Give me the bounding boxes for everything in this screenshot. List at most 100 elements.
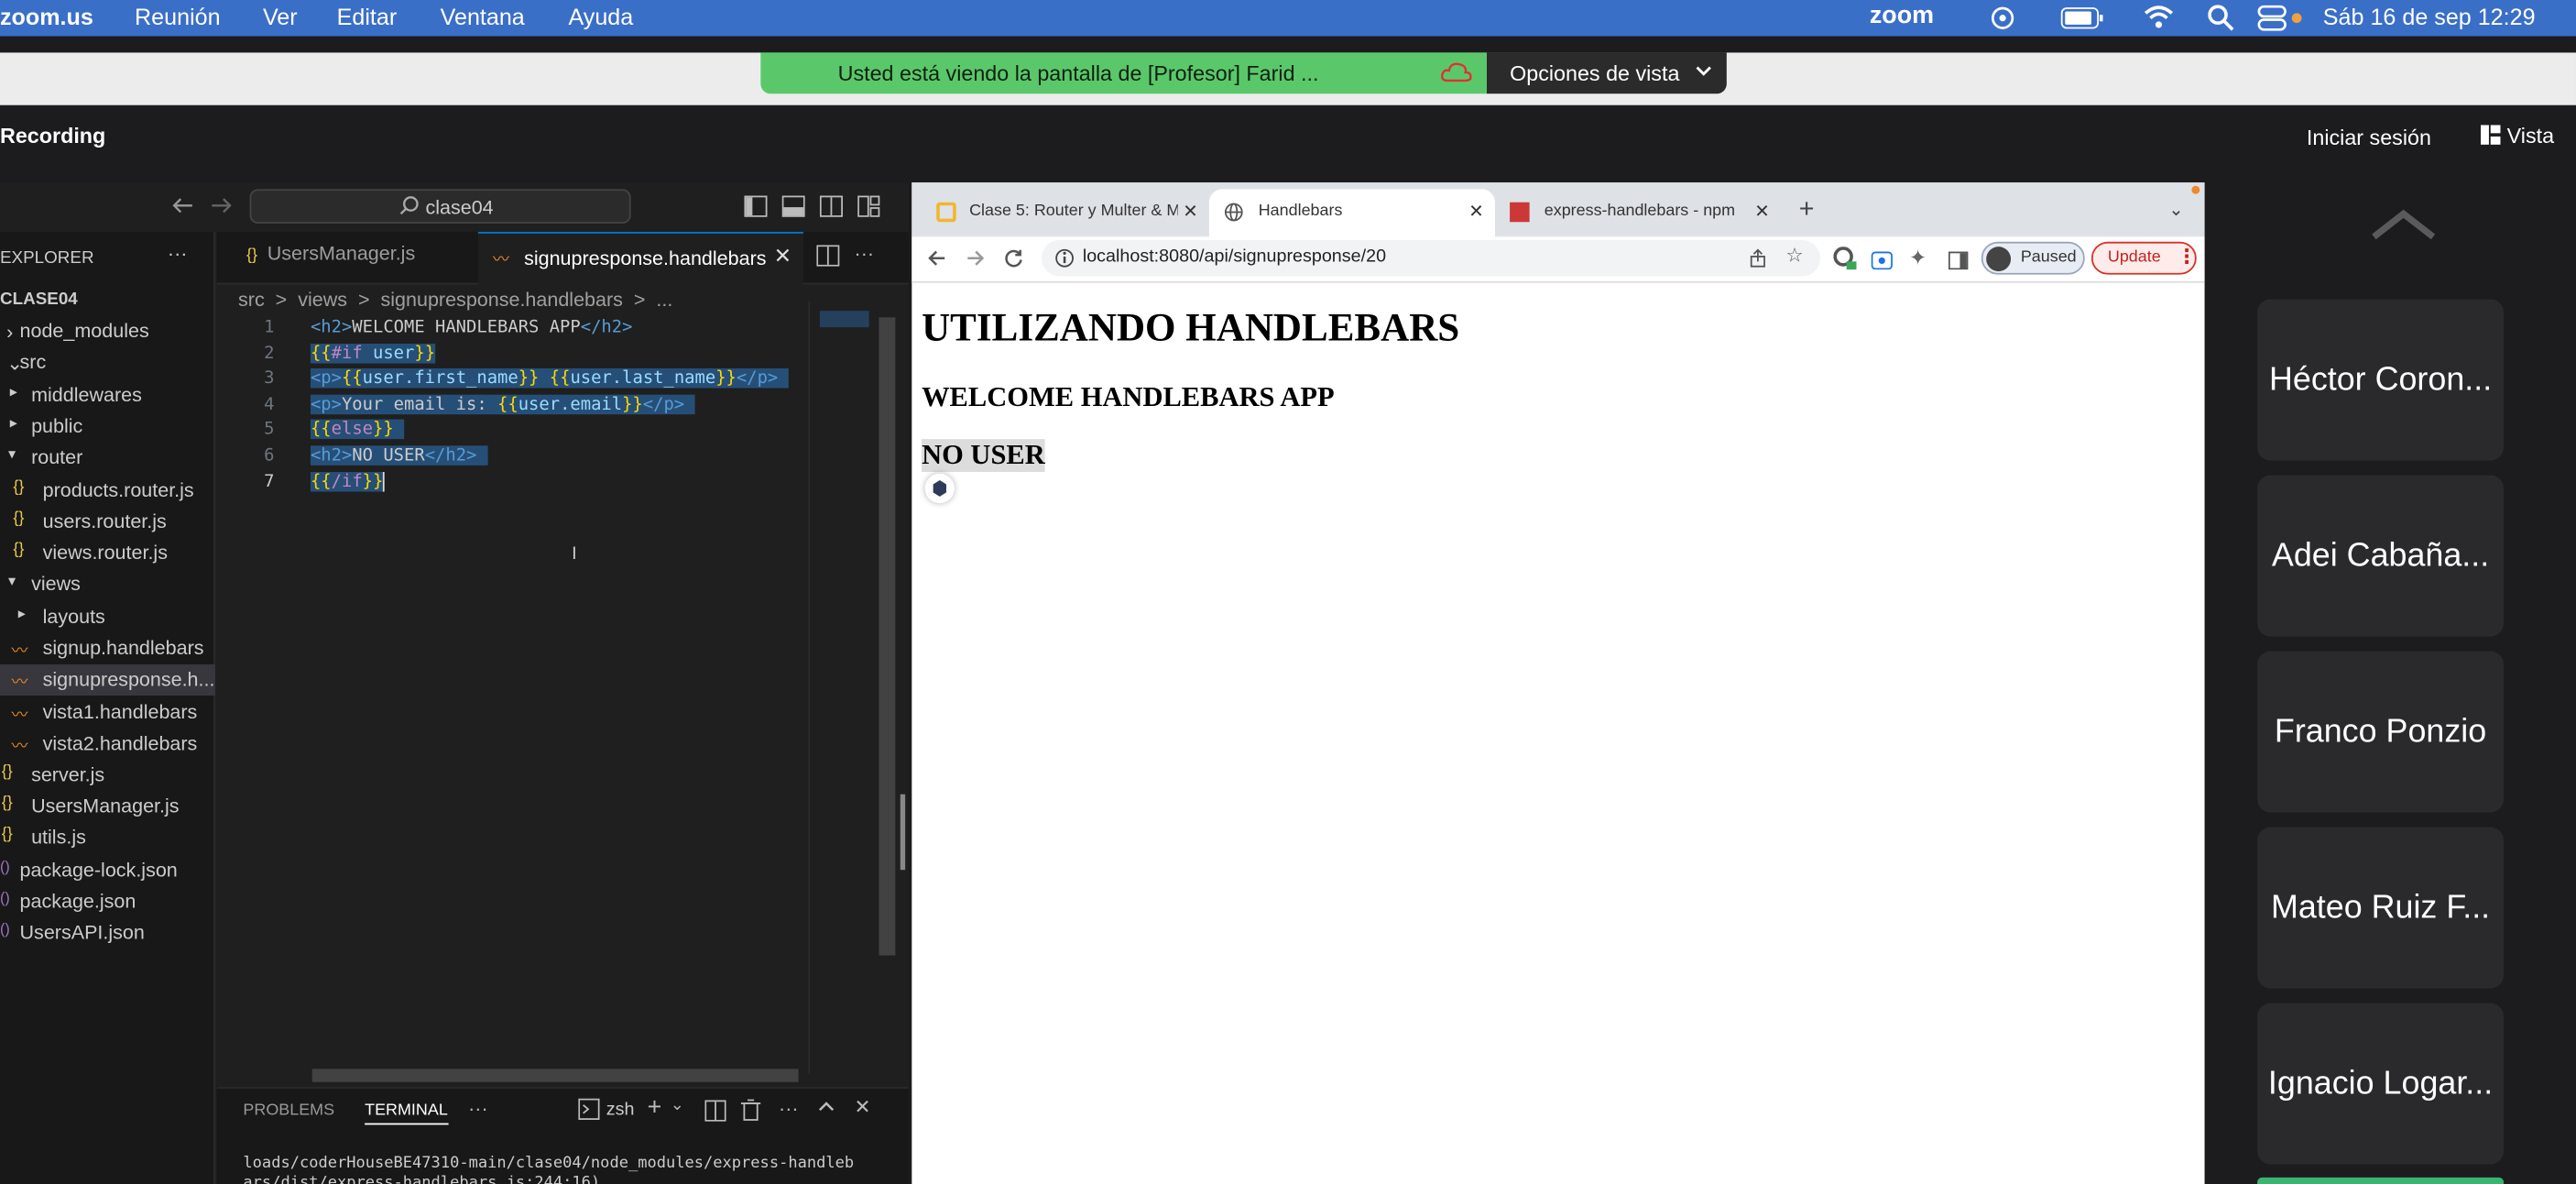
browser-tab-npm[interactable]: express-handlebars - npm ✕ — [1495, 192, 1783, 236]
back-arrow-icon[interactable] — [171, 196, 194, 221]
extension-icon[interactable] — [1833, 247, 1857, 278]
new-tab-icon[interactable]: + — [1799, 196, 1815, 225]
participant-tile[interactable]: Ignacio Logar... — [2257, 1003, 2505, 1165]
view-button[interactable]: Vista — [2507, 124, 2554, 148]
tab-usersmanager[interactable]: {} UsersManager.js — [246, 242, 415, 278]
profile-paused-button[interactable]: Paused — [1981, 241, 2085, 275]
tree-item-public[interactable]: public — [31, 414, 82, 437]
trash-icon[interactable] — [740, 1099, 761, 1127]
tree-item-router[interactable]: router — [31, 445, 82, 468]
participant-tile[interactable]: Mateo Ruiz F... — [2257, 827, 2505, 989]
puzzle-extensions-icon[interactable]: ✦ — [1909, 245, 1927, 271]
editor-scrollbar[interactable] — [879, 317, 896, 956]
view-grid-icon[interactable] — [2480, 125, 2501, 149]
horizontal-scrollbar[interactable] — [311, 1069, 799, 1082]
participant-tile[interactable]: Franco Ponzio — [2257, 651, 2505, 813]
split-terminal-icon[interactable] — [704, 1100, 726, 1126]
breadcrumb[interactable]: src > views > signupresponse.handlebars … — [238, 288, 672, 311]
back-icon[interactable] — [926, 247, 946, 276]
code-editor[interactable]: 1 2 3 4 5 6 7 <h2>WELCOME HANDLEBARS APP… — [217, 314, 809, 1070]
menu-ver[interactable]: Ver — [263, 4, 298, 30]
editor-more-icon[interactable]: ··· — [855, 242, 875, 265]
tree-item-src[interactable]: src — [20, 350, 47, 373]
address-bar[interactable]: localhost:8080/api/signupresponse/20 ☆ — [1041, 239, 1821, 277]
tree-item-utils[interactable]: utils.js — [31, 826, 86, 849]
kebab-menu-icon[interactable]: ⋮ — [2177, 245, 2197, 268]
close-icon[interactable]: ✕ — [1183, 201, 1198, 223]
tree-item-users-router[interactable]: users.router.js — [43, 510, 167, 532]
tree-item-vista2[interactable]: vista2.handlebars — [43, 732, 198, 755]
menu-reunion[interactable]: Reunión — [135, 4, 221, 30]
browser-tab-clase5[interactable]: Clase 5: Router y Multer & Mot ✕ — [920, 192, 1207, 236]
participant-tile[interactable]: Héctor Coron... — [2257, 299, 2505, 461]
battery-icon[interactable] — [2060, 6, 2106, 35]
menu-ayuda[interactable]: Ayuda — [569, 4, 634, 30]
tree-item-signup[interactable]: signup.handlebars — [43, 636, 204, 659]
forward-icon[interactable] — [966, 247, 986, 276]
tree-item-views-router[interactable]: views.router.js — [43, 541, 168, 564]
control-center-icon[interactable] — [2257, 5, 2303, 36]
tree-item-vista1[interactable]: vista1.handlebars — [43, 700, 198, 723]
tree-item-views[interactable]: views — [31, 572, 81, 595]
site-info-icon[interactable] — [1054, 247, 1075, 276]
vscode-window: clase04 EXPLORER ··· CLASE04 › node_modu… — [0, 182, 909, 1184]
new-terminal-icon[interactable]: + — [648, 1093, 662, 1122]
tree-item-package-lock[interactable]: package-lock.json — [20, 859, 178, 882]
toggle-sidebar-icon[interactable] — [744, 195, 768, 223]
sharing-banner-text: Usted está viendo la pantalla de [Profes… — [837, 60, 1319, 86]
menu-editar[interactable]: Editar — [337, 4, 398, 30]
pane-resize-handle[interactable] — [900, 794, 906, 871]
browser-tab-handlebars[interactable]: Handlebars ✕ — [1208, 189, 1495, 237]
shell-name[interactable]: zsh — [606, 1100, 635, 1120]
maximize-panel-icon[interactable] — [816, 1097, 836, 1122]
close-icon[interactable]: ✕ — [1754, 201, 1770, 223]
share-icon[interactable] — [1748, 247, 1768, 276]
tree-item-products-router[interactable]: products.router.js — [43, 478, 194, 501]
customize-layout-icon[interactable] — [857, 195, 880, 223]
tree-item-usersmanager[interactable]: UsersManager.js — [31, 795, 179, 817]
more-actions-icon[interactable]: ··· — [168, 242, 188, 265]
datetime[interactable]: Sáb 16 de sep 12:29 — [2323, 4, 2536, 30]
zoom-status-label[interactable]: zoom — [1870, 2, 1934, 30]
chevron-down-icon[interactable]: ⌄ — [671, 1097, 684, 1115]
toggle-secondary-sidebar-icon[interactable] — [819, 195, 843, 223]
update-button[interactable]: Update ⋮ — [2090, 241, 2197, 275]
signin-button[interactable]: Iniciar sesión — [2307, 125, 2431, 149]
panel-more-icon[interactable]: ··· — [468, 1097, 488, 1120]
spotlight-icon[interactable] — [2208, 5, 2234, 36]
reload-icon[interactable] — [1004, 247, 1024, 276]
tab-signupresponse[interactable]: 〰 signupresponse.handlebars ✕ — [477, 232, 803, 285]
minimap[interactable] — [808, 301, 878, 1074]
tree-item-node-modules[interactable]: node_modules — [20, 319, 149, 342]
view-options-button[interactable]: Opciones de vista — [1486, 52, 1727, 94]
side-panel-icon[interactable] — [1948, 248, 1969, 278]
tree-item-middlewares[interactable]: middlewares — [31, 383, 142, 406]
tree-item-signupresponse[interactable]: signupresponse.h... — [43, 668, 215, 691]
tab-search-chevron-icon[interactable]: ⌄ — [2168, 199, 2184, 221]
extension-float-icon[interactable] — [924, 473, 955, 504]
panel-tab-problems[interactable]: PROBLEMS — [243, 1102, 334, 1120]
bookmark-star-icon[interactable]: ☆ — [1785, 244, 1803, 267]
command-center-search[interactable]: clase04 — [249, 189, 631, 225]
close-icon[interactable]: ✕ — [1468, 201, 1484, 223]
toggle-panel-icon[interactable] — [781, 195, 805, 223]
panel-tab-terminal[interactable]: TERMINAL — [365, 1102, 448, 1125]
split-editor-icon[interactable] — [816, 245, 840, 271]
cloud-icon[interactable] — [1984, 5, 2020, 36]
menubar-app[interactable]: zoom.us — [0, 4, 93, 30]
terminal-more-icon[interactable]: ··· — [779, 1097, 799, 1120]
tree-item-layouts[interactable]: layouts — [43, 605, 105, 628]
tree-chevron-down-icon: ▾ — [7, 572, 16, 589]
project-title[interactable]: CLASE04 — [0, 290, 78, 310]
participant-tile[interactable]: Adei Cabaña... — [2257, 475, 2505, 637]
screen-capture-icon[interactable] — [1871, 248, 1893, 278]
wifi-icon[interactable] — [2143, 4, 2176, 35]
tree-item-server[interactable]: server.js — [31, 763, 104, 786]
tree-item-usersapi[interactable]: UsersAPI.json — [20, 921, 145, 944]
menu-ventana[interactable]: Ventana — [441, 4, 525, 30]
chevron-up-icon[interactable] — [2371, 207, 2437, 251]
tree-item-package[interactable]: package.json — [20, 890, 136, 913]
close-icon[interactable]: ✕ — [774, 244, 792, 270]
forward-arrow-icon[interactable] — [211, 196, 234, 221]
close-panel-icon[interactable]: ✕ — [855, 1095, 871, 1118]
